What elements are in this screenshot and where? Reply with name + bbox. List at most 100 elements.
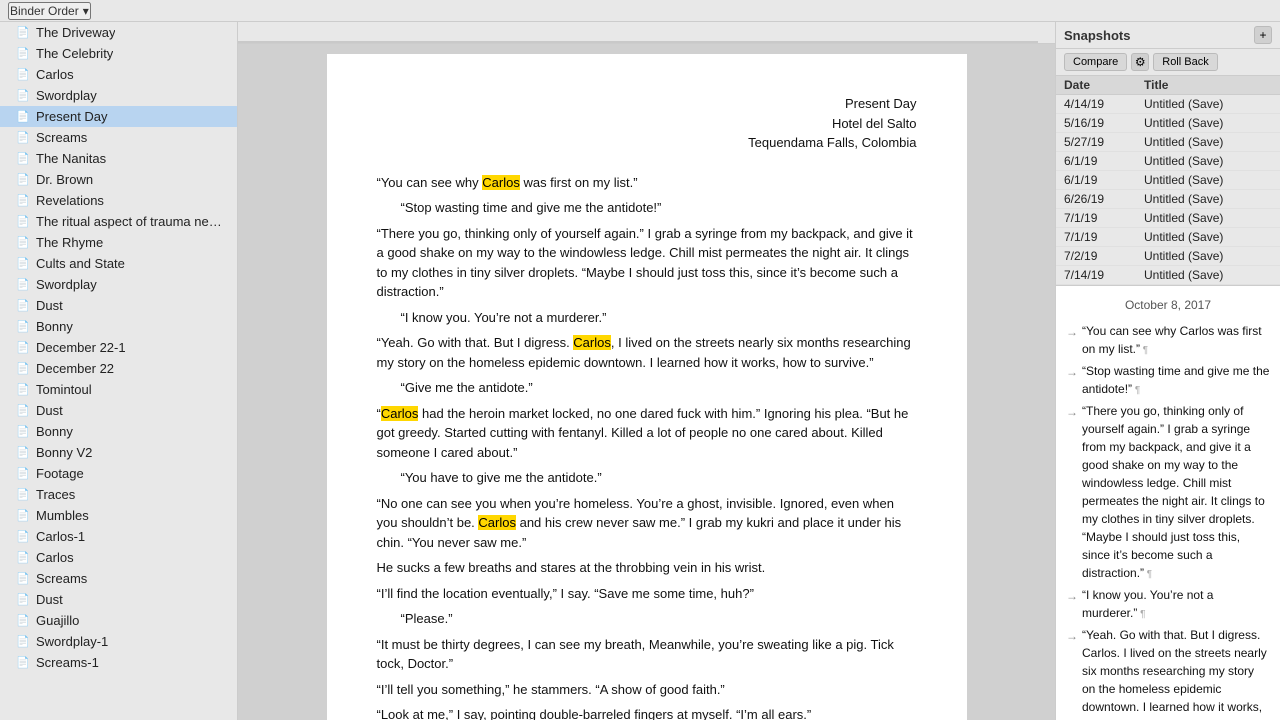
snapshot-row[interactable]: 6/26/19Untitled (Save) [1056, 190, 1280, 209]
doc-icon: 📄 [16, 320, 30, 334]
sidebar-item-dust-1[interactable]: 📄Dust [0, 295, 237, 316]
snap-rows-container: 4/14/19Untitled (Save)5/16/19Untitled (S… [1056, 95, 1280, 285]
pilcrow-mark: ¶ [1137, 609, 1145, 620]
page-paragraph: “You can see why Carlos was first on my … [377, 173, 917, 193]
page-paragraph: “Look at me,” I say, pointing double-bar… [377, 705, 917, 720]
sidebar-item-label: Dust [36, 592, 63, 607]
sidebar-item-label: Screams [36, 130, 87, 145]
snapshots-table: Date Title 4/14/19Untitled (Save)5/16/19… [1056, 76, 1280, 286]
sidebar-item-the-driveway[interactable]: 📄The Driveway [0, 22, 237, 43]
page-paragraph: “Give me the antidote.” [377, 378, 917, 398]
roll-back-button[interactable]: Roll Back [1153, 53, 1217, 71]
doc-icon: 📄 [16, 215, 30, 229]
snapshot-row[interactable]: 4/14/19Untitled (Save) [1056, 95, 1280, 114]
sidebar-item-traces[interactable]: 📄Traces [0, 484, 237, 505]
sidebar-item-label: December 22-1 [36, 340, 126, 355]
sidebar-item-december-22-1[interactable]: 📄December 22-1 [0, 337, 237, 358]
sidebar-item-dust-3[interactable]: 📄Dust [0, 589, 237, 610]
snapshot-date-heading: October 8, 2017 [1066, 296, 1270, 314]
sidebar-item-mumbles[interactable]: 📄Mumbles [0, 505, 237, 526]
snapshot-row[interactable]: 7/2/19Untitled (Save) [1056, 247, 1280, 266]
doc-icon: 📄 [16, 152, 30, 166]
sidebar-item-label: The Nanitas [36, 151, 106, 166]
doc-icon: 📄 [16, 68, 30, 82]
top-bar: Binder Order ▾ [0, 0, 1280, 22]
sidebar-item-screams-3[interactable]: 📄Screams-1 [0, 652, 237, 673]
snapshot-row[interactable]: 7/14/19Untitled (Save) [1056, 266, 1280, 285]
snapshot-row[interactable]: 7/1/19Untitled (Save) [1056, 209, 1280, 228]
sidebar-item-the-celebrity[interactable]: 📄The Celebrity [0, 43, 237, 64]
sidebar-item-bonny-v2[interactable]: 📄Bonny V2 [0, 442, 237, 463]
doc-icon: 📄 [16, 47, 30, 61]
snapshot-preview[interactable]: October 8, 2017 →“You can see why Carlos… [1056, 286, 1280, 720]
snapshot-title: Untitled (Save) [1144, 135, 1272, 149]
sidebar-item-cults-and-state[interactable]: 📄Cults and State [0, 253, 237, 274]
snapshot-title: Untitled (Save) [1144, 173, 1272, 187]
add-snapshot-button[interactable]: + [1254, 26, 1272, 44]
sidebar-item-label: Tomintoul [36, 382, 92, 397]
page-header-line2: Hotel del Salto [377, 114, 917, 134]
page-paragraph: “No one can see you when you’re homeless… [377, 494, 917, 553]
snapshot-row[interactable]: 6/1/19Untitled (Save) [1056, 152, 1280, 171]
highlighted-word: Carlos [478, 515, 516, 530]
compare-button[interactable]: Compare [1064, 53, 1127, 71]
snapshot-row[interactable]: 7/1/19Untitled (Save) [1056, 228, 1280, 247]
sidebar-item-label: Screams-1 [36, 655, 99, 670]
sidebar-item-bonny-1[interactable]: 📄Bonny [0, 316, 237, 337]
sidebar-item-bonny-2[interactable]: 📄Bonny [0, 421, 237, 442]
sidebar-item-swordplay-1b[interactable]: 📄 Swordplay-1 [0, 631, 237, 652]
editor-scroll[interactable]: Present Day Hotel del Salto Tequendama F… [238, 44, 1055, 720]
sidebar-item-label: Dust [36, 403, 63, 418]
snapshot-row[interactable]: 6/1/19Untitled (Save) [1056, 171, 1280, 190]
sidebar-item-carlos[interactable]: 📄Carlos [0, 64, 237, 85]
sidebar-item-the-nanitas[interactable]: 📄 The Nanitas [0, 148, 237, 169]
snapshot-date: 5/16/19 [1064, 116, 1144, 130]
doc-icon: 📄 [16, 236, 30, 250]
sidebar-item-screams-1[interactable]: 📄Screams [0, 127, 237, 148]
sidebar-item-label: Swordplay-1 [36, 634, 108, 649]
sidebar-item-label: Footage [36, 466, 84, 481]
page-paragraph: “I’ll find the location eventually,” I s… [377, 584, 917, 604]
sidebar-item-dust-2[interactable]: 📄Dust [0, 400, 237, 421]
sidebar-item-swordplay-2[interactable]: 📄Swordplay [0, 274, 237, 295]
sidebar-item-label: Swordplay [36, 277, 97, 292]
sidebar-item-dr-brown[interactable]: 📄Dr. Brown [0, 169, 237, 190]
sidebar-item-revelations[interactable]: 📄Revelations [0, 190, 237, 211]
sidebar-item-guajillo[interactable]: 📄Guajillo [0, 610, 237, 631]
snap-line-text: “You can see why Carlos was first on my … [1082, 322, 1270, 358]
doc-icon: 📄 [16, 110, 30, 124]
snap-table-header: Date Title [1056, 76, 1280, 95]
settings-icon-button[interactable]: ⚙ [1131, 53, 1149, 71]
sidebar-item-footage[interactable]: 📄Footage [0, 463, 237, 484]
doc-icon: 📄 [16, 635, 30, 649]
sidebar-item-present-day[interactable]: 📄Present Day [0, 106, 237, 127]
sidebar-item-carlos-1[interactable]: 📄Carlos-1 [0, 526, 237, 547]
page-header: Present Day Hotel del Salto Tequendama F… [377, 94, 917, 153]
sidebar-item-december-22[interactable]: 📄December 22 [0, 358, 237, 379]
sidebar-item-screams-2[interactable]: 📄Screams [0, 568, 237, 589]
sidebar-item-label: Mumbles [36, 508, 89, 523]
sidebar-item-the-rhyme[interactable]: 📄The Rhyme [0, 232, 237, 253]
snapshot-date: 6/1/19 [1064, 154, 1144, 168]
binder-order-button[interactable]: Binder Order ▾ [8, 2, 91, 20]
sidebar-item-label: Bonny V2 [36, 445, 92, 460]
sidebar-item-tomintoul[interactable]: 📄Tomintoul [0, 379, 237, 400]
snap-preview-line: →“You can see why Carlos was first on my… [1066, 322, 1270, 358]
sidebar-item-label: Dust [36, 298, 63, 313]
sidebar: 📄The Driveway📄The Celebrity📄Carlos📄Sword… [0, 22, 238, 720]
snapshot-date: 7/2/19 [1064, 249, 1144, 263]
page-paragraph: “It must be thirty degrees, I can see my… [377, 635, 917, 674]
snap-preview-line: →“I know you. You’re not a murderer.” ¶ [1066, 586, 1270, 622]
page-paragraph: “Please.” [377, 609, 917, 629]
pilcrow-mark: ¶ [1132, 385, 1140, 396]
sidebar-item-carlos-2[interactable]: 📄Carlos [0, 547, 237, 568]
snapshot-date: 6/1/19 [1064, 173, 1144, 187]
sidebar-item-swordplay-1[interactable]: 📄Swordplay [0, 85, 237, 106]
page-paragraph: “I’ll tell you something,” he stammers. … [377, 680, 917, 700]
snapshot-row[interactable]: 5/27/19Untitled (Save) [1056, 133, 1280, 152]
sidebar-item-label: Guajillo [36, 613, 79, 628]
snapshot-row[interactable]: 5/16/19Untitled (Save) [1056, 114, 1280, 133]
snapshot-title: Untitled (Save) [1144, 154, 1272, 168]
editor-area: // Ruler marks - rendered inline Present… [238, 22, 1055, 720]
sidebar-item-the-ritual[interactable]: 📄The ritual aspect of trauma needs... [0, 211, 237, 232]
